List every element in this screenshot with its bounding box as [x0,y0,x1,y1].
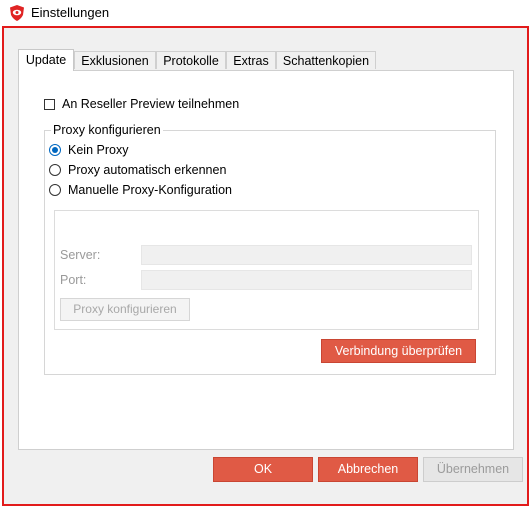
radio-manual-proxy-button[interactable] [49,184,61,196]
configure-proxy-button[interactable]: Proxy konfigurieren [60,298,190,321]
proxy-group-title: Proxy konfigurieren [51,123,163,137]
window-title: Einstellungen [31,5,110,20]
radio-no-proxy-button[interactable] [49,144,61,156]
tab-update[interactable]: Update [18,49,74,71]
radio-manual-proxy[interactable]: Manuelle Proxy-Konfiguration [49,182,232,198]
server-label: Server: [60,248,101,262]
reseller-preview-checkbox[interactable] [44,98,55,110]
server-input[interactable] [141,245,472,265]
radio-auto-detect[interactable]: Proxy automatisch erkennen [49,162,226,178]
radio-auto-detect-label: Proxy automatisch erkennen [68,163,227,177]
test-connection-button[interactable]: Verbindung überprüfen [321,339,476,363]
tab-exklusionen[interactable]: Exklusionen [74,51,156,69]
reseller-preview-label: An Reseller Preview teilnehmen [62,97,240,111]
port-label: Port: [60,273,87,287]
tab-schattenkopien[interactable]: Schattenkopien [276,51,376,69]
port-input[interactable] [141,270,472,290]
radio-no-proxy[interactable]: Kein Proxy [49,142,128,158]
radio-auto-detect-button[interactable] [49,164,61,176]
title-bar[interactable]: Einstellungen [0,0,531,26]
tab-extras[interactable]: Extras [226,51,276,69]
apply-button[interactable]: Übernehmen [423,457,523,482]
tab-protokolle[interactable]: Protokolle [156,51,226,69]
settings-window: Einstellungen Update Exklusionen Protoko… [0,0,531,506]
shield-eye-icon [10,5,24,21]
radio-manual-proxy-label: Manuelle Proxy-Konfiguration [68,183,232,197]
ok-button[interactable]: OK [213,457,313,482]
cancel-button[interactable]: Abbrechen [318,457,418,482]
radio-no-proxy-label: Kein Proxy [68,143,129,157]
reseller-preview-option[interactable]: An Reseller Preview teilnehmen [44,96,239,112]
